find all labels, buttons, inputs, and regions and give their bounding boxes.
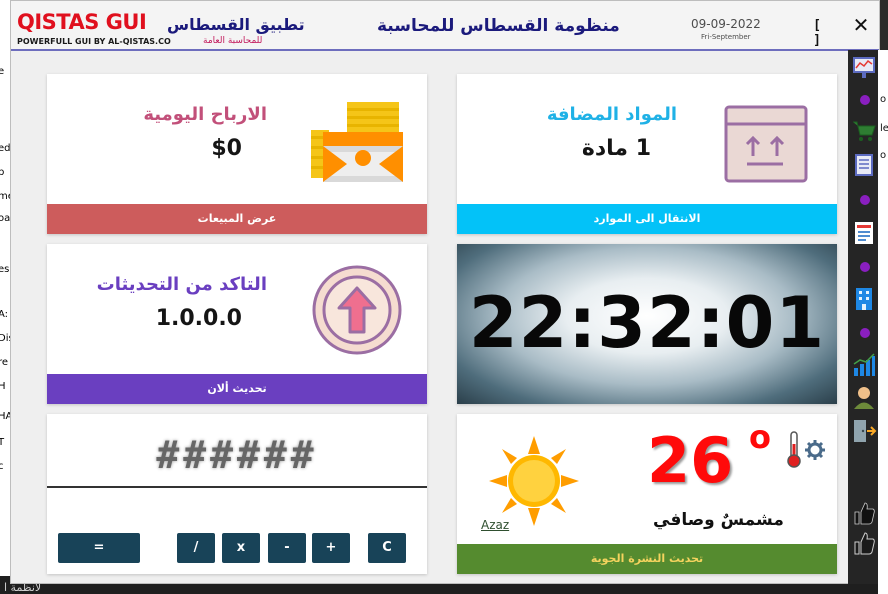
- app-name: تطبيق القسطاس: [167, 15, 305, 34]
- thermometer-icon: [787, 431, 801, 468]
- package-box-icon: [724, 105, 808, 183]
- weather-description: مشمسٌ وصافي: [653, 510, 784, 530]
- sidebar-dot[interactable]: [860, 328, 870, 338]
- document-list-icon[interactable]: [851, 152, 877, 178]
- go-to-resources-button[interactable]: الانتقال الى الموارد: [457, 204, 837, 234]
- sidebar-dot[interactable]: [860, 195, 870, 205]
- check-updates-card: التاكد من التحديثات 1.0.0.0 تحديث ألان: [47, 244, 427, 404]
- calc-minus-button[interactable]: -: [268, 533, 306, 563]
- card-title: الارباح اليومية: [143, 104, 267, 125]
- brand-subtitle: POWERFULL GUI BY AL-QISTAS.CO: [17, 37, 171, 46]
- brand-logo: QISTAS GUI POWERFULL GUI BY AL-QISTAS.CO: [15, 7, 171, 47]
- update-now-button[interactable]: تحديث ألان: [47, 374, 427, 404]
- background-app-strip: e ed p me oa es A: Dis re H HA T c: [0, 0, 10, 594]
- card-title: المواد المضافة: [546, 104, 677, 125]
- window-title: منظومة القسطاس للمحاسبة: [377, 16, 620, 36]
- current-date: 09-09-2022: [691, 17, 761, 31]
- thumbs-up-outline-icon[interactable]: [851, 530, 877, 556]
- calculator-card: ###### = / x - + C: [47, 414, 427, 574]
- calc-divide-button[interactable]: /: [177, 533, 215, 563]
- card-title: التاكد من التحديثات: [96, 274, 267, 295]
- added-items-card: المواد المضافة 1 مادة الانتقال الى الموا…: [457, 74, 837, 234]
- brand-title: QISTAS GUI: [17, 10, 147, 34]
- card-value: 1 مادة: [581, 136, 651, 161]
- exit-door-icon[interactable]: [851, 418, 877, 444]
- calc-equals-button[interactable]: =: [58, 533, 140, 563]
- view-sales-button[interactable]: عرض المبيعات: [47, 204, 427, 234]
- money-stack-icon: [311, 102, 403, 182]
- building-icon[interactable]: [851, 286, 877, 312]
- update-weather-button[interactable]: تحديث النشرة الجوية: [457, 544, 837, 574]
- background-app-strip-right: o le o: [878, 50, 888, 594]
- weather-city-link[interactable]: Azaz: [481, 518, 509, 532]
- right-sidebar: [848, 50, 878, 584]
- degree-symbol: o: [749, 418, 771, 456]
- desktop: e ed p me oa es A: Dis re H HA T c لأنظم…: [0, 0, 888, 594]
- invoice-icon[interactable]: [851, 220, 877, 246]
- shopping-cart-icon[interactable]: [851, 118, 877, 144]
- title-bar: QISTAS GUI POWERFULL GUI BY AL-QISTAS.CO…: [11, 1, 879, 51]
- maximize-button[interactable]: [ ]: [806, 18, 828, 48]
- weather-card: 26 o مشمسٌ وصافي Azaz تحديث النشرة الجوي…: [457, 414, 837, 574]
- calc-plus-button[interactable]: +: [312, 533, 350, 563]
- calc-multiply-button[interactable]: x: [222, 533, 260, 563]
- daily-profit-card: الارباح اليومية $0 عرض المبيعات: [47, 74, 427, 234]
- user-avatar-icon[interactable]: [851, 384, 877, 410]
- sidebar-dot[interactable]: [860, 262, 870, 272]
- version-value: 1.0.0.0: [155, 306, 242, 331]
- calculator-display: ######: [47, 422, 427, 488]
- settings-gear-icon[interactable]: [804, 439, 826, 461]
- close-button[interactable]: ✕: [849, 13, 873, 39]
- upload-arrow-icon: [312, 265, 402, 355]
- thumbs-up-icon[interactable]: [851, 500, 877, 526]
- clock-time: 22:32:01: [468, 282, 826, 364]
- bar-chart-icon[interactable]: [851, 352, 877, 378]
- card-value: $0: [211, 136, 242, 161]
- app-subtitle: للمحاسبة العامة: [203, 36, 263, 46]
- temperature-value: 26: [647, 424, 734, 497]
- clock-card: 22:32:01: [457, 244, 837, 404]
- chart-board-icon[interactable]: [851, 54, 877, 80]
- sun-icon: [489, 436, 579, 526]
- current-day-month: Fri-September: [701, 33, 751, 41]
- calc-clear-button[interactable]: C: [368, 533, 406, 563]
- sidebar-dot[interactable]: [860, 95, 870, 105]
- app-window: QISTAS GUI POWERFULL GUI BY AL-QISTAS.CO…: [10, 0, 880, 584]
